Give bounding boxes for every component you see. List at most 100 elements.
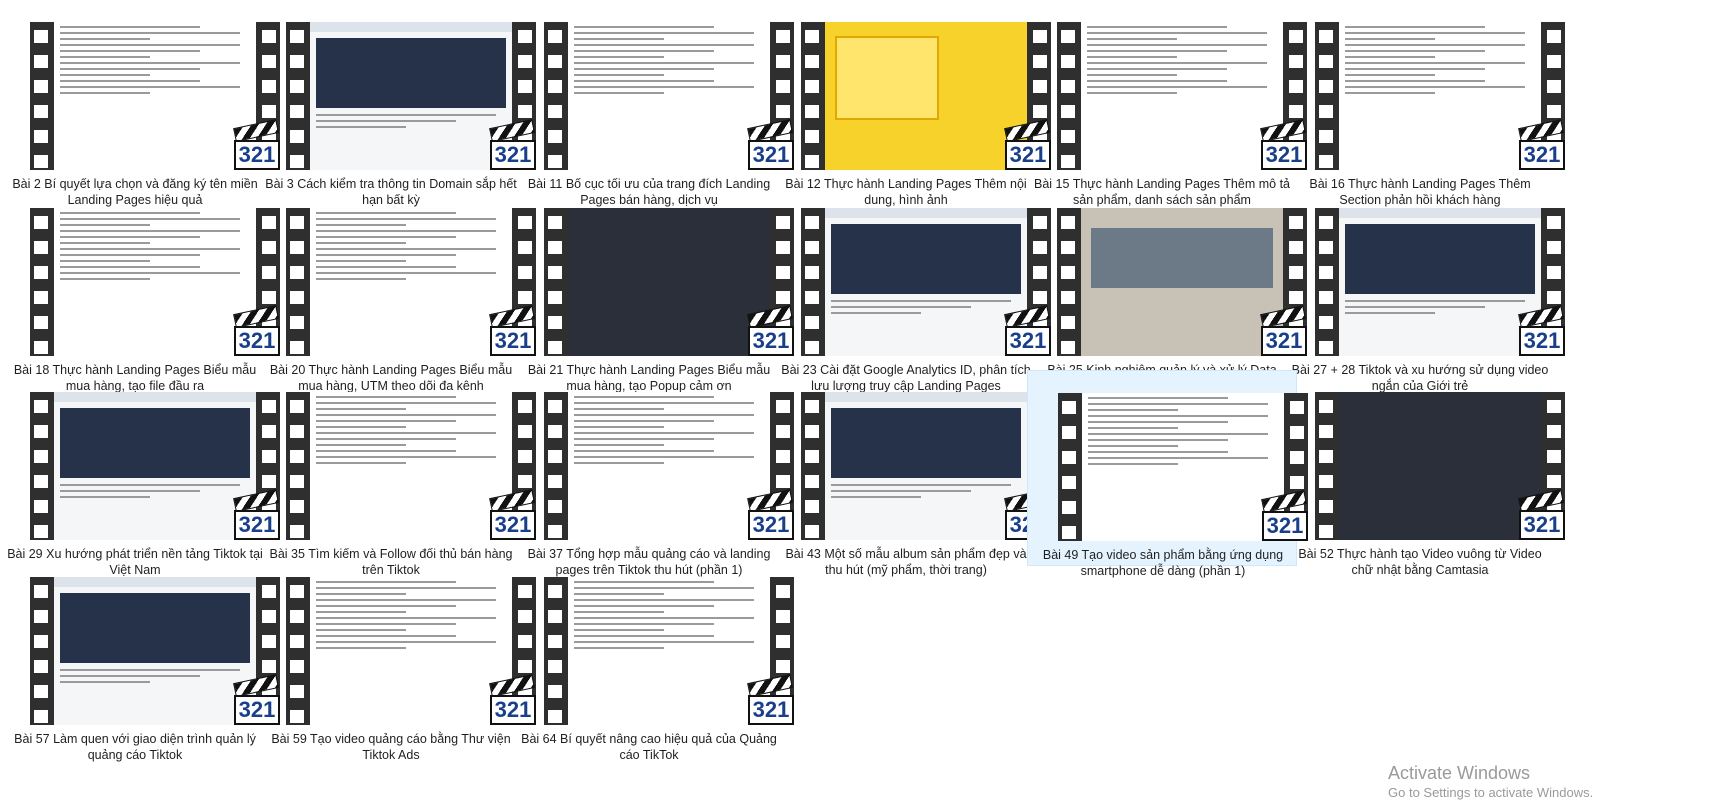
- video-file-item[interactable]: 321 Bài 21 Thực hành Landing Pages Biểu m…: [514, 186, 794, 393]
- film-strip-edge: [1058, 393, 1082, 541]
- video-file-item[interactable]: 321 Bài 57 Làm quen với giao diện trình q…: [0, 555, 280, 762]
- film-strip-edge: [286, 22, 310, 170]
- film-strip-edge: [1057, 208, 1081, 356]
- film-strip-edge: [801, 208, 825, 356]
- thumbnail-frame: [54, 392, 256, 540]
- video-file-item[interactable]: 321 Bài 35 Tìm kiếm và Follow đối thủ bán…: [256, 370, 536, 577]
- thumbnail-frame: [568, 577, 770, 725]
- media-player-clapperboard-icon: 321: [747, 674, 794, 725]
- video-file-item[interactable]: 321 Bài 52 Thực hành tạo Video vuông từ V…: [1285, 370, 1565, 577]
- video-thumbnail: 321: [286, 392, 536, 540]
- video-thumbnail: 321: [30, 22, 280, 170]
- film-strip-edge: [1315, 22, 1339, 170]
- video-file-item[interactable]: 321 Bài 3 Cách kiểm tra thông tin Domain …: [256, 0, 536, 207]
- video-file-item[interactable]: 321 Bài 43 Một số mẫu album sản phẩm đẹp …: [771, 370, 1051, 577]
- video-file-item[interactable]: 321 Bài 59 Tạo video quảng cáo bằng Thư v…: [256, 555, 536, 762]
- video-file-item[interactable]: 321Bài 25 Kinh nghiệm quản lý và xử lý D…: [1027, 186, 1307, 393]
- player-badge-label: 321: [1519, 510, 1565, 540]
- film-strip-edge: [544, 577, 568, 725]
- thumbnail-frame: [825, 208, 1027, 356]
- video-thumbnail: 321: [544, 22, 794, 170]
- film-strip-edge: [30, 22, 54, 170]
- watermark-subtitle: Go to Settings to activate Windows.: [1388, 785, 1594, 800]
- thumbnail-frame: [310, 577, 512, 725]
- video-thumbnail: 321: [1057, 22, 1307, 170]
- thumbnail-frame: [825, 392, 1027, 540]
- thumbnail-frame: [310, 22, 512, 170]
- video-thumbnail: 321: [1315, 208, 1565, 356]
- thumbnail-frame: [1339, 22, 1541, 170]
- film-strip-edge: [30, 208, 54, 356]
- thumbnail-frame: [310, 208, 512, 356]
- file-name-label: Bài 64 Bí quyết nâng cao hiệu quả của Qu…: [521, 732, 777, 762]
- video-thumbnail: 321: [544, 208, 794, 356]
- player-badge-label: 321: [748, 695, 794, 725]
- video-thumbnail: 321: [801, 208, 1051, 356]
- video-thumbnail: 321: [1058, 393, 1308, 541]
- video-thumbnail: 321: [30, 208, 280, 356]
- video-file-item[interactable]: 321 Bài 64 Bí quyết nâng cao hiệu quả của…: [514, 555, 794, 762]
- thumbnail-frame: [54, 22, 256, 170]
- activation-watermark: Activate Windows Go to Settings to activ…: [1388, 762, 1593, 801]
- media-player-clapperboard-icon: 321: [1518, 305, 1565, 356]
- video-thumbnail: 321: [1057, 208, 1307, 356]
- thumbnail-frame: [54, 208, 256, 356]
- video-thumbnail: 321: [544, 392, 794, 540]
- file-name-label: Bài 49 Tạo video sản phẩm bằng ứng dụng …: [1042, 548, 1284, 578]
- thumbnail-frame: [1339, 392, 1541, 540]
- film-strip-edge: [286, 208, 310, 356]
- thumbnail-frame: [1081, 208, 1283, 356]
- video-file-item[interactable]: 321 Bài 23 Cài đặt Google Analytics ID, p…: [771, 186, 1051, 393]
- video-file-item[interactable]: 321 Bài 27 + 28 Tiktok và xu hướng sử dụn…: [1285, 186, 1565, 393]
- thumbnail-frame: [310, 392, 512, 540]
- video-file-item[interactable]: 321 Bài 29 Xu hướng phát triển nền tảng T…: [0, 370, 280, 577]
- film-strip-edge: [1057, 22, 1081, 170]
- video-thumbnail: 321: [30, 577, 280, 725]
- video-file-item[interactable]: 321 Bài 49 Tạo video sản phẩm bằng ứng dụ…: [1027, 370, 1308, 578]
- thumbnail-frame: [1339, 208, 1541, 356]
- film-strip-edge: [544, 22, 568, 170]
- video-file-item[interactable]: 321 Bài 18 Thực hành Landing Pages Biểu m…: [0, 186, 280, 393]
- thumbnail-frame: [1082, 393, 1284, 541]
- video-file-item[interactable]: 321 Bài 2 Bí quyết lựa chọn và đăng ký tê…: [0, 0, 280, 207]
- thumbnail-frame: [568, 22, 770, 170]
- film-strip-edge: [286, 392, 310, 540]
- video-thumbnail: 321: [1315, 392, 1565, 540]
- file-name-label: Bài 43 Một số mẫu album sản phẩm đẹp và …: [785, 547, 1027, 577]
- file-name-label: Bài 59 Tạo video quảng cáo bằng Thư viện…: [271, 732, 511, 762]
- video-file-item[interactable]: 321 Bài 16 Thực hành Landing Pages Thêm S…: [1285, 0, 1565, 207]
- thumbnail-frame: [54, 577, 256, 725]
- thumbnail-frame: [568, 208, 770, 356]
- file-name-label: Bài 52 Thực hành tạo Video vuông từ Vide…: [1298, 547, 1542, 577]
- video-thumbnail: 321: [801, 22, 1051, 170]
- film-strip-edge: [30, 392, 54, 540]
- video-file-item[interactable]: 321 Bài 11 Bố cục tối ưu của trang đích L…: [514, 0, 794, 207]
- video-file-item[interactable]: 321 Bài 37 Tổng hợp mẫu quảng cáo và land…: [514, 370, 794, 577]
- film-strip-edge: [544, 392, 568, 540]
- video-thumbnail: 321: [286, 22, 536, 170]
- thumbnail-frame: [568, 392, 770, 540]
- media-player-clapperboard-icon: 321: [1518, 119, 1565, 170]
- film-strip-edge: [801, 392, 825, 540]
- watermark-title: Activate Windows: [1388, 763, 1531, 783]
- video-file-item[interactable]: 321 Bài 15 Thực hành Landing Pages Thêm m…: [1027, 0, 1307, 207]
- thumbnail-frame: [1081, 22, 1283, 170]
- video-thumbnail: 321: [286, 577, 536, 725]
- media-player-clapperboard-icon: 321: [1518, 489, 1565, 540]
- video-thumbnail: 321: [544, 577, 794, 725]
- video-thumbnail: 321: [801, 392, 1051, 540]
- video-thumbnail: 321: [286, 208, 536, 356]
- video-file-item[interactable]: 321 Bài 20 Thực hành Landing Pages Biểu m…: [256, 186, 536, 393]
- file-name-label: Bài 57 Làm quen với giao diện trình quản…: [14, 732, 256, 762]
- film-strip-edge: [544, 208, 568, 356]
- film-strip-edge: [801, 22, 825, 170]
- video-file-item[interactable]: 321 Bài 12 Thực hành Landing Pages Thêm n…: [771, 0, 1051, 207]
- file-grid: 321 Bài 2 Bí quyết lựa chọn và đăng ký tê…: [0, 0, 1710, 812]
- video-thumbnail: 321: [30, 392, 280, 540]
- player-badge-label: 321: [1519, 140, 1565, 170]
- film-strip-edge: [30, 577, 54, 725]
- thumbnail-frame: [825, 22, 1027, 170]
- player-badge-label: 321: [1519, 326, 1565, 356]
- film-strip-edge: [1315, 392, 1339, 540]
- film-strip-edge: [1315, 208, 1339, 356]
